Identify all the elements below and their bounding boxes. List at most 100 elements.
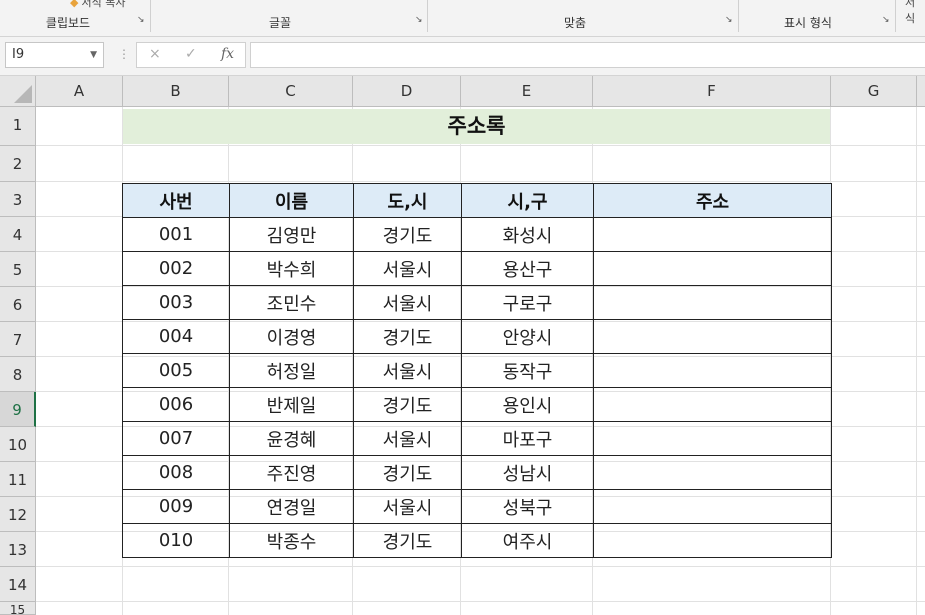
cell-name[interactable]: 연경일 <box>229 489 354 524</box>
cell-address[interactable] <box>593 217 832 252</box>
cell-address[interactable] <box>593 421 832 456</box>
row-header-9[interactable]: 9 <box>0 392 36 427</box>
cell-employee-id[interactable]: 006 <box>122 387 230 422</box>
row-header-8[interactable]: 8 <box>0 357 36 392</box>
cell-name[interactable]: 박종수 <box>229 523 354 558</box>
column-header-b[interactable]: B <box>123 76 229 107</box>
row-header-14[interactable]: 14 <box>0 567 36 602</box>
row-header-12[interactable]: 12 <box>0 497 36 532</box>
cell-employee-id[interactable]: 001 <box>122 217 230 252</box>
row-header-10[interactable]: 10 <box>0 427 36 462</box>
cell-province[interactable]: 경기도 <box>353 455 462 490</box>
ribbon-separator <box>427 0 428 32</box>
enter-icon[interactable]: ✓ <box>185 46 197 62</box>
cell-address[interactable] <box>593 251 832 286</box>
cell-address[interactable] <box>593 387 832 422</box>
table-row: 007 윤경혜 서울시 마포구 <box>122 421 832 456</box>
insert-function-icon[interactable]: fx <box>221 46 234 62</box>
cell-city[interactable]: 동작구 <box>461 353 594 388</box>
cell-province[interactable]: 서울시 <box>353 489 462 524</box>
cell-address[interactable] <box>593 353 832 388</box>
gridline <box>916 107 917 615</box>
formula-input[interactable] <box>250 42 925 68</box>
row-header-15[interactable]: 15 <box>0 602 36 615</box>
cell-employee-id[interactable]: 003 <box>122 285 230 320</box>
cell-employee-id[interactable]: 008 <box>122 455 230 490</box>
name-box[interactable]: I9 ▼ <box>5 42 104 68</box>
cell-province[interactable]: 서울시 <box>353 251 462 286</box>
cell-employee-id[interactable]: 009 <box>122 489 230 524</box>
formula-bar: I9 ▼ ⋮ × ✓ fx <box>0 37 925 76</box>
cell-city[interactable]: 안양시 <box>461 319 594 354</box>
cell-province[interactable]: 서울시 <box>353 353 462 388</box>
header-province[interactable]: 도,시 <box>353 183 462 218</box>
cell-name[interactable]: 반제일 <box>229 387 354 422</box>
row-header-2[interactable]: 2 <box>0 146 36 182</box>
clipboard-launcher-icon[interactable]: ↘ <box>137 16 146 25</box>
column-header-c[interactable]: C <box>229 76 353 107</box>
column-header-e[interactable]: E <box>461 76 593 107</box>
table-row: 004 이경영 경기도 안양시 <box>122 319 832 354</box>
cell-city[interactable]: 용산구 <box>461 251 594 286</box>
cell-name[interactable]: 윤경혜 <box>229 421 354 456</box>
cell-city[interactable]: 화성시 <box>461 217 594 252</box>
column-header-a[interactable]: A <box>36 76 123 107</box>
cell-employee-id[interactable]: 010 <box>122 523 230 558</box>
cell-address[interactable] <box>593 319 832 354</box>
cancel-icon[interactable]: × <box>149 46 161 62</box>
ribbon-group-font: 글꼴 <box>268 16 292 30</box>
cell-province[interactable]: 경기도 <box>353 387 462 422</box>
row-header-6[interactable]: 6 <box>0 287 36 322</box>
cell-city[interactable]: 구로구 <box>461 285 594 320</box>
cell-employee-id[interactable]: 004 <box>122 319 230 354</box>
row-header-7[interactable]: 7 <box>0 322 36 357</box>
chevron-down-icon[interactable]: ▼ <box>90 43 97 67</box>
cell-city[interactable]: 마포구 <box>461 421 594 456</box>
cell-address[interactable] <box>593 489 832 524</box>
cell-name[interactable]: 조민수 <box>229 285 354 320</box>
alignment-launcher-icon[interactable]: ↘ <box>725 16 734 25</box>
cell-province[interactable]: 경기도 <box>353 319 462 354</box>
cell-employee-id[interactable]: 002 <box>122 251 230 286</box>
format-painter-button[interactable]: ◆ 서식 복사 <box>70 0 125 10</box>
cell-province[interactable]: 서울시 <box>353 421 462 456</box>
ribbon: ◆ 서식 복사 클립보드 ↘ 글꼴 ↘ 맞춤 ↘ 표시 형식 ↘ 서식 <box>0 0 925 37</box>
cell-employee-id[interactable]: 007 <box>122 421 230 456</box>
select-all-button[interactable] <box>0 76 36 107</box>
header-employee-id[interactable]: 사번 <box>122 183 230 218</box>
cell-province[interactable]: 경기도 <box>353 523 462 558</box>
cell-city[interactable]: 성북구 <box>461 489 594 524</box>
cell-name[interactable]: 박수희 <box>229 251 354 286</box>
cell-name[interactable]: 이경영 <box>229 319 354 354</box>
sheet-title-cell[interactable]: 주소록 <box>123 109 830 144</box>
header-name[interactable]: 이름 <box>229 183 354 218</box>
cell-address[interactable] <box>593 285 832 320</box>
more-options-icon[interactable]: ⋮ <box>118 47 130 61</box>
column-header-d[interactable]: D <box>353 76 461 107</box>
cell-city[interactable]: 용인시 <box>461 387 594 422</box>
cell-city[interactable]: 성남시 <box>461 455 594 490</box>
cell-province[interactable]: 서울시 <box>353 285 462 320</box>
cell-name[interactable]: 김영만 <box>229 217 354 252</box>
cell-name[interactable]: 주진영 <box>229 455 354 490</box>
cell-address[interactable] <box>593 523 832 558</box>
row-header-1[interactable]: 1 <box>0 107 36 146</box>
cell-employee-id[interactable]: 005 <box>122 353 230 388</box>
number-format-launcher-icon[interactable]: ↘ <box>882 16 891 25</box>
cell-province[interactable]: 경기도 <box>353 217 462 252</box>
row-header-5[interactable]: 5 <box>0 252 36 287</box>
column-header-f[interactable]: F <box>593 76 831 107</box>
row-header-13[interactable]: 13 <box>0 532 36 567</box>
header-city[interactable]: 시,구 <box>461 183 594 218</box>
font-launcher-icon[interactable]: ↘ <box>415 16 424 25</box>
header-address[interactable]: 주소 <box>593 183 832 218</box>
column-header-g[interactable]: G <box>831 76 917 107</box>
row-header-3[interactable]: 3 <box>0 182 36 217</box>
row-header-11[interactable]: 11 <box>0 462 36 497</box>
column-header-h-partial[interactable] <box>917 76 925 107</box>
row-header-4[interactable]: 4 <box>0 217 36 252</box>
cell-address[interactable] <box>593 455 832 490</box>
paintbrush-icon: ◆ <box>70 0 79 9</box>
cell-name[interactable]: 허정일 <box>229 353 354 388</box>
cell-city[interactable]: 여주시 <box>461 523 594 558</box>
